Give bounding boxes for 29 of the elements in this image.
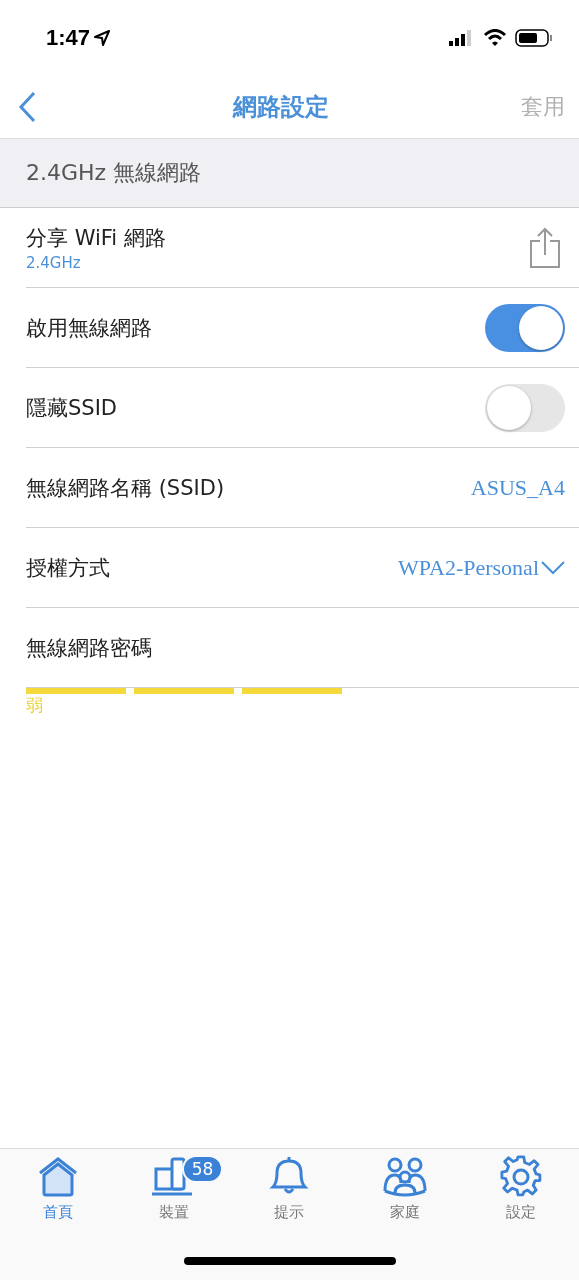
tab-item[interactable]: 家庭	[347, 1155, 464, 1231]
toggle-switch[interactable]	[485, 303, 565, 352]
back-icon	[18, 90, 36, 123]
setting-label: 啟用無線網路	[26, 314, 152, 342]
tab-item[interactable]: 提示	[231, 1155, 348, 1231]
tab-item[interactable]: 設定	[463, 1155, 579, 1231]
location-arrow-icon	[94, 29, 111, 46]
setting-label: 無線網路名稱 (SSID)	[26, 474, 225, 502]
chevron-down-icon	[541, 560, 565, 575]
setting-value: ASUS_A4	[470, 474, 565, 501]
count-badge: 58	[181, 1155, 224, 1183]
battery-icon	[515, 28, 553, 47]
screen-title: 網路設定	[232, 91, 329, 123]
tab-item[interactable]: 裝置 58	[115, 1155, 232, 1231]
strength-label: 弱	[26, 695, 43, 715]
setting-label: 無線網路密碼	[26, 634, 152, 662]
section-title: 2.4GHz 無線網路	[26, 159, 202, 187]
setting-label: 授權方式	[26, 554, 110, 582]
share-icon	[529, 226, 561, 269]
wifi-icon	[483, 28, 507, 47]
setting-subtitle: 2.4GHz	[26, 253, 82, 272]
auth-dropdown[interactable]: WPA2-Personal	[398, 554, 565, 581]
people-icon	[383, 1155, 428, 1199]
toggle-switch[interactable]	[485, 383, 565, 432]
settings-icon	[499, 1155, 544, 1199]
tab-item[interactable]: 首頁	[0, 1155, 116, 1231]
setting-label: 隱藏SSID	[26, 394, 118, 422]
clock-time: 1:47	[46, 24, 91, 51]
setting-label: 分享 WiFi 網路	[26, 224, 166, 252]
